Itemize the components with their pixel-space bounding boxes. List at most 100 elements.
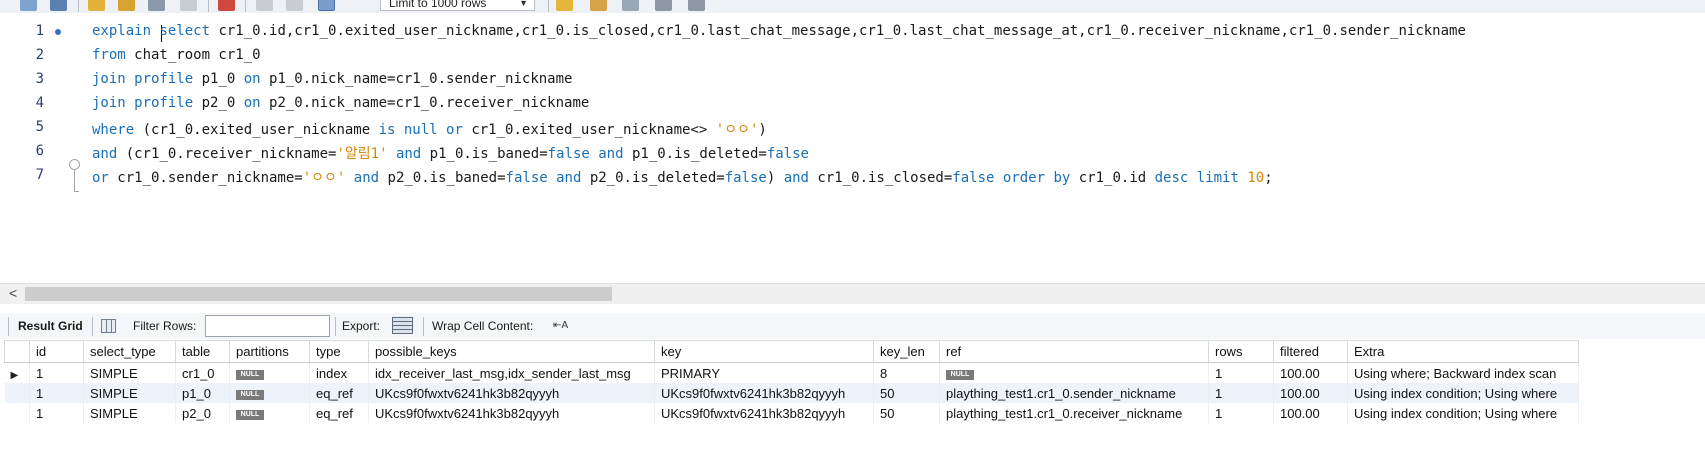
editor-horizontal-scrollbar[interactable]: < [0,283,1705,304]
cell-select-type[interactable]: SIMPLE [83,383,176,403]
cell-filtered[interactable]: 100.00 [1273,362,1348,383]
execute-icon[interactable] [88,0,105,11]
save-icon[interactable] [50,0,67,11]
cell-select-type[interactable]: SIMPLE [83,403,176,423]
cell-table[interactable]: cr1_0 [175,362,230,383]
sql-text: p1_0.is_deleted= [623,146,767,162]
code-line[interactable]: or cr1_0.sender_nickname='ㅇㅇ' and p2_0.i… [92,167,1273,187]
sql-keyword: explain [92,23,160,39]
sql-keyword: false order by [952,170,1071,186]
grid-view-icon[interactable] [101,319,116,333]
cell-select-type[interactable]: SIMPLE [83,362,176,383]
scrollbar-thumb[interactable] [25,287,612,301]
explain-icon[interactable] [148,0,165,11]
cell-key[interactable]: PRIMARY [654,362,874,383]
execute-current-icon[interactable] [118,0,135,11]
cell-id[interactable]: 1 [29,383,84,403]
row-selector[interactable] [4,403,30,423]
column-header-possible-keys[interactable]: possible_keys [368,340,655,363]
code-line[interactable]: join profile p2_0 on p2_0.nick_name=cr1_… [92,95,589,111]
cell-type[interactable]: eq_ref [309,383,369,403]
row-selector[interactable] [4,383,30,403]
limit-rows-select[interactable]: Limit to 1000 rows ▼ [380,0,535,11]
column-header-ref[interactable]: ref [939,340,1209,363]
result-grid[interactable]: id select_type table partitions type pos… [4,340,1579,423]
commit-icon[interactable] [256,0,273,11]
cell-key[interactable]: UKcs9f0fwxtv6241hk3b82qyyyh [654,403,874,423]
column-header-table[interactable]: table [175,340,230,363]
sql-editor[interactable]: 1 2 3 4 5 6 7 explain select cr1_0.id,cr1_0.ex… [0,13,1705,283]
cell-rows[interactable]: 1 [1208,362,1274,383]
cell-filtered[interactable]: 100.00 [1273,383,1348,403]
cell-table[interactable]: p2_0 [175,403,230,423]
cell-filtered[interactable]: 100.00 [1273,403,1348,423]
sql-keyword: join profile [92,71,194,87]
cell-possible-keys[interactable]: UKcs9f0fwxtv6241hk3b82qyyyh [368,383,655,403]
column-header-key-len[interactable]: key_len [873,340,940,363]
cell-id[interactable]: 1 [29,403,84,423]
filter-rows-input[interactable] [205,315,330,337]
column-header-key[interactable]: key [654,340,874,363]
result-grid-tab[interactable]: Result Grid [18,319,83,333]
column-header-partitions[interactable]: partitions [229,340,310,363]
wrap-lines-icon[interactable] [688,0,705,11]
cell-rows[interactable]: 1 [1208,403,1274,423]
cell-extra[interactable]: Using where; Backward index scan [1347,362,1579,383]
cell-rows[interactable]: 1 [1208,383,1274,403]
cell-partitions[interactable]: NULL [229,403,310,423]
code-line[interactable]: join profile p1_0 on p1_0.nick_name=cr1_… [92,71,572,87]
cell-key-len[interactable]: 8 [873,362,940,383]
cell-type[interactable]: eq_ref [309,403,369,423]
export-icon[interactable] [392,317,413,334]
column-header-filtered[interactable]: filtered [1273,340,1348,363]
sql-keyword: from [92,47,126,63]
sql-text: ) [758,122,767,138]
cell-partitions[interactable]: NULL [229,362,310,383]
cell-table[interactable]: p1_0 [175,383,230,403]
beautify-icon[interactable] [590,0,607,11]
sql-text: p1_0.nick_name=cr1_0.sender_nickname [260,71,573,87]
autocommit-icon[interactable] [318,0,335,11]
code-line[interactable]: and (cr1_0.receiver_nickname='알림1' and p… [92,143,809,163]
cell-extra[interactable]: Using index condition; Using where [1347,403,1579,423]
cell-ref[interactable]: NULL [939,362,1209,383]
column-header-type[interactable]: type [309,340,369,363]
rollback-icon[interactable] [286,0,303,11]
line-number: 2 [35,47,44,63]
column-header-id[interactable]: id [29,340,84,363]
table-row[interactable]: 1 SIMPLE p2_0 NULL eq_ref UKcs9f0fwxtv6241hk3… [4,403,1579,423]
column-header-rows[interactable]: rows [1208,340,1274,363]
wrap-text-icon[interactable]: ⇤A [553,319,568,333]
find-icon[interactable] [622,0,639,11]
toolbar-separator [423,317,424,336]
toggle-continue-icon[interactable] [218,0,235,11]
cell-key-len[interactable]: 50 [873,403,940,423]
cell-possible-keys[interactable]: UKcs9f0fwxtv6241hk3b82qyyyh [368,403,655,423]
cell-extra[interactable]: Using index condition; Using where [1347,383,1579,403]
invisible-chars-icon[interactable] [655,0,672,11]
table-row[interactable]: 1 SIMPLE p1_0 NULL eq_ref UKcs9f0fwxtv6241hk3… [4,383,1579,403]
code-line[interactable]: explain select cr1_0.id,cr1_0.exited_use… [92,23,1466,39]
cell-ref[interactable]: plaything_test1.cr1_0.sender_nickname [939,383,1209,403]
cell-possible-keys[interactable]: idx_receiver_last_msg,idx_sender_last_ms… [368,362,655,383]
table-row[interactable]: ▶ 1 SIMPLE cr1_0 NULL index idx_receiver_last_… [4,362,1579,383]
scroll-left-icon[interactable]: < [9,285,17,301]
column-header-select-type[interactable]: select_type [83,340,176,363]
cell-type[interactable]: index [309,362,369,383]
sql-text: cr1_0.is_closed= [809,170,953,186]
cell-partitions[interactable]: NULL [229,383,310,403]
sql-keyword: where [92,122,135,138]
cell-key[interactable]: UKcs9f0fwxtv6241hk3b82qyyyh [654,383,874,403]
new-tab-icon[interactable] [20,0,37,11]
cell-key-len[interactable]: 50 [873,383,940,403]
stop-icon[interactable] [180,0,197,11]
bookmark-icon[interactable] [556,0,573,11]
column-header-extra[interactable]: Extra [1347,340,1579,363]
cell-id[interactable]: 1 [29,362,84,383]
code-line[interactable]: where (cr1_0.exited_user_nickname is nul… [92,119,767,139]
row-selector[interactable]: ▶ [4,362,30,383]
fold-toggle-icon[interactable] [69,159,80,170]
code-line[interactable]: from chat_room cr1_0 [92,47,261,63]
cell-ref[interactable]: plaything_test1.cr1_0.receiver_nickname [939,403,1209,423]
